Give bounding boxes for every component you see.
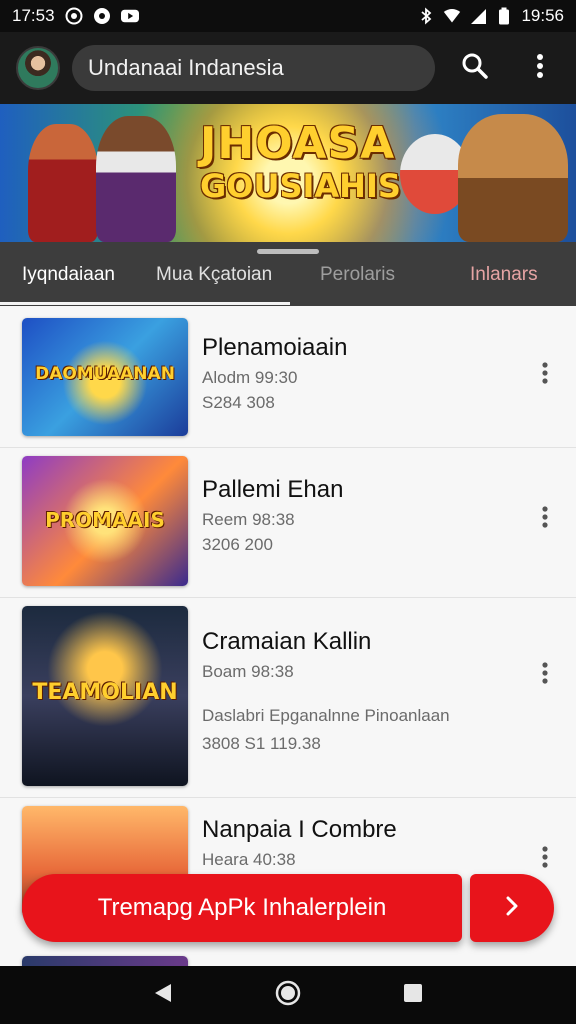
app-bar: Undanaai Indanesia xyxy=(0,32,576,104)
status-time: 17:53 xyxy=(12,6,55,25)
game-thumbnail[interactable]: PROMAAIS xyxy=(22,456,188,586)
list-item[interactable]: DAOMUAANAN Plenamoiaain Alodm 99:30 S284… xyxy=(0,306,576,448)
featured-banner[interactable]: JHOASA GOUSIAHIS xyxy=(0,104,576,242)
back-button[interactable] xyxy=(141,973,185,1017)
item-more-button[interactable] xyxy=(530,360,560,390)
item-more-button[interactable] xyxy=(530,660,560,690)
thumbnail-title: PROMAAIS xyxy=(45,508,165,532)
battery-icon xyxy=(495,7,513,25)
item-subtitle: Heara 40:38 xyxy=(202,850,296,869)
more-vert-icon xyxy=(536,53,544,84)
signal-icon xyxy=(469,7,487,25)
tab-3[interactable]: Perolaris xyxy=(320,264,395,286)
search-bar-text: Undanaai Indanesia xyxy=(88,55,284,80)
status-bar: 17:53 19:56 xyxy=(0,0,576,32)
item-title: Pallemi Ehan xyxy=(202,476,344,503)
drag-handle[interactable] xyxy=(257,249,319,254)
notification-icon xyxy=(65,7,83,25)
youtube-icon xyxy=(120,7,139,25)
home-button[interactable] xyxy=(266,973,310,1017)
banner-title-line1: JHOASA xyxy=(200,118,396,169)
list-item[interactable]: PROMAAIS Pallemi Ehan Reem 98:38 3206 20… xyxy=(0,448,576,598)
status-right: 19:56 xyxy=(417,6,564,26)
item-subtitle: S284 308 xyxy=(202,393,275,412)
more-vert-icon xyxy=(542,661,548,689)
game-thumbnail[interactable]: TEAMOLIAN xyxy=(22,606,188,786)
banner-character-2 xyxy=(96,116,176,242)
install-button-label: Tremapg ApPk Inhalerplein xyxy=(97,894,387,921)
status-battery-text: 19:56 xyxy=(521,6,564,25)
more-vert-icon xyxy=(542,361,548,389)
tab-indicator xyxy=(0,302,290,305)
tab-bar: Iyqndaiaan Mua Kçatoian Perolaris Inlana… xyxy=(0,242,576,306)
recents-button[interactable] xyxy=(391,973,435,1017)
banner-character-1 xyxy=(28,124,98,242)
search-button[interactable] xyxy=(453,46,497,90)
game-thumbnail[interactable]: DAOMUAANAN xyxy=(22,318,188,436)
tab-2[interactable]: Mua Kçatoian xyxy=(156,264,272,286)
thumbnail-title: DAOMUAANAN xyxy=(35,364,175,384)
banner-character-4 xyxy=(458,114,568,242)
home-icon xyxy=(275,980,301,1011)
system-nav-bar xyxy=(0,966,576,1024)
item-more-button[interactable] xyxy=(530,504,560,534)
item-subtitle: 3206 200 xyxy=(202,535,273,554)
item-title: Nanpaia I Combre xyxy=(202,816,397,843)
game-list: DAOMUAANAN Plenamoiaain Alodm 99:30 S284… xyxy=(0,306,576,966)
tab-1[interactable]: Iyqndaiaan xyxy=(22,264,115,286)
list-item[interactable]: TEAMOLIAN Cramaian Kallin Boam 98:38 Das… xyxy=(0,598,576,798)
item-title: Plenamoiaain xyxy=(202,334,348,361)
notification-dot-icon xyxy=(93,7,111,25)
item-subtitle: 3808 S1 119.38 xyxy=(202,734,321,753)
banner-title: JHOASA GOUSIAHIS xyxy=(200,118,401,205)
more-vert-icon xyxy=(542,845,548,873)
status-left: 17:53 xyxy=(12,6,139,26)
search-bar[interactable]: Undanaai Indanesia xyxy=(72,45,435,91)
recents-icon xyxy=(403,983,423,1008)
overflow-menu-button[interactable] xyxy=(518,46,562,90)
game-thumbnail[interactable] xyxy=(22,956,188,966)
item-title: Cramaian Kallin xyxy=(202,628,372,655)
thumbnail-title: TEAMOLIAN xyxy=(32,680,178,705)
item-more-button[interactable] xyxy=(530,844,560,874)
bluetooth-icon xyxy=(417,7,435,25)
install-button[interactable]: Tremapg ApPk Inhalerplein xyxy=(22,874,462,942)
item-subtitle: Daslabri Epganalnne Pinoanlaan xyxy=(202,706,450,725)
list-item[interactable] xyxy=(0,954,576,966)
item-subtitle: Reem 98:38 xyxy=(202,510,295,529)
more-vert-icon xyxy=(542,505,548,533)
item-subtitle: Alodm 99:30 xyxy=(202,368,298,387)
tab-4[interactable]: Inlanars xyxy=(470,264,538,286)
avatar[interactable] xyxy=(16,46,60,90)
banner-title-line2: GOUSIAHIS xyxy=(200,167,401,205)
install-arrow-button[interactable] xyxy=(470,874,554,942)
search-icon xyxy=(461,52,489,85)
item-subtitle: Boam 98:38 xyxy=(202,662,294,681)
back-icon xyxy=(153,982,173,1009)
chevron-right-icon xyxy=(504,895,520,922)
wifi-icon xyxy=(443,7,461,25)
